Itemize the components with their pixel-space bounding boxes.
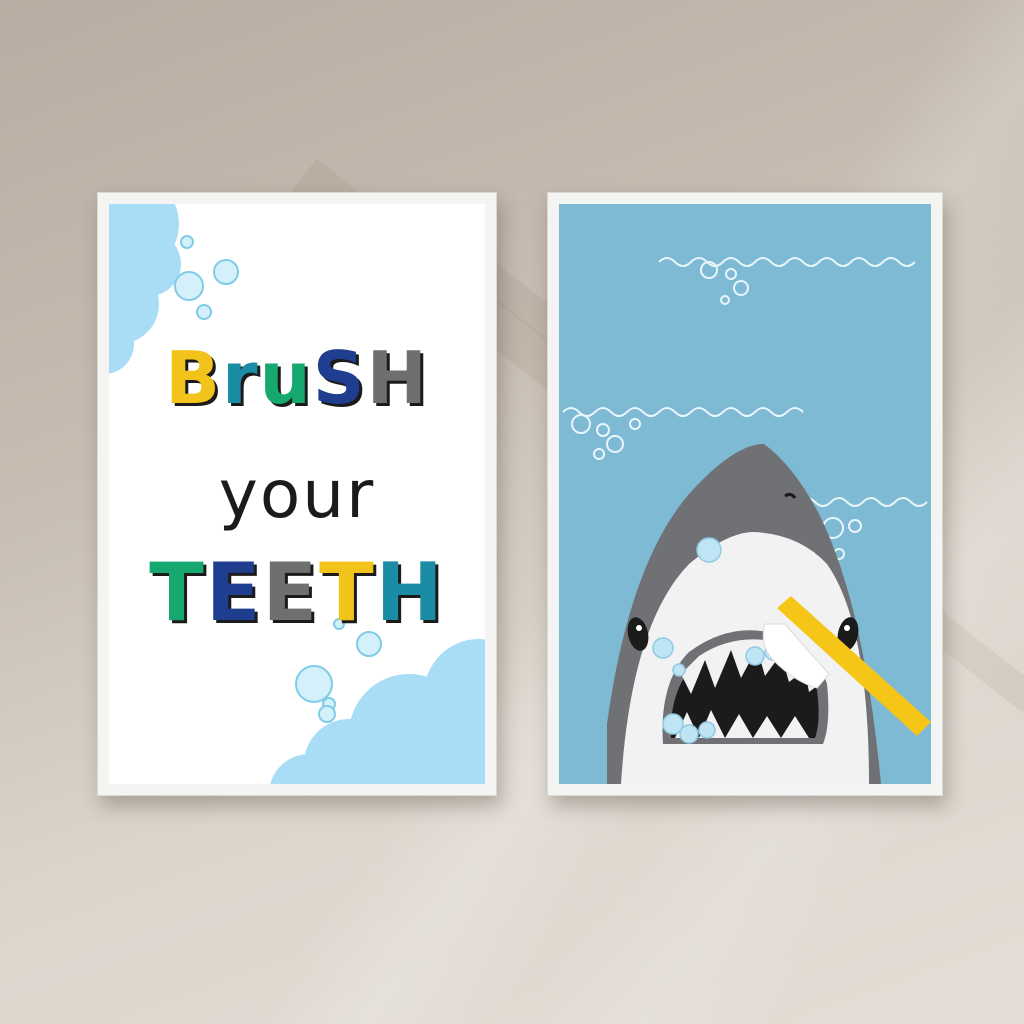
bubble-icon [174,235,239,320]
letter: u [259,336,313,420]
left-poster-frame: BruSH your TEETH [97,192,497,796]
letter: E [262,546,320,639]
cloud-icon [270,639,485,784]
shark-illustration [562,257,931,784]
brush-your-teeth-poster: BruSH your TEETH [109,204,485,784]
letter: T [149,546,206,639]
letter: H [366,336,429,420]
letter: T [319,546,376,639]
poster-title-line1: BruSH [109,336,485,420]
letter: H [375,546,445,639]
right-poster-frame [547,192,943,796]
letter: S [312,336,367,420]
poster-title-line3: TEETH [109,546,485,639]
poster-title-line2: your [218,456,376,533]
shark-poster [559,204,931,784]
letter: r [221,336,260,420]
letter: B [165,336,222,420]
shark-icon [607,444,881,784]
letter: E [205,546,263,639]
